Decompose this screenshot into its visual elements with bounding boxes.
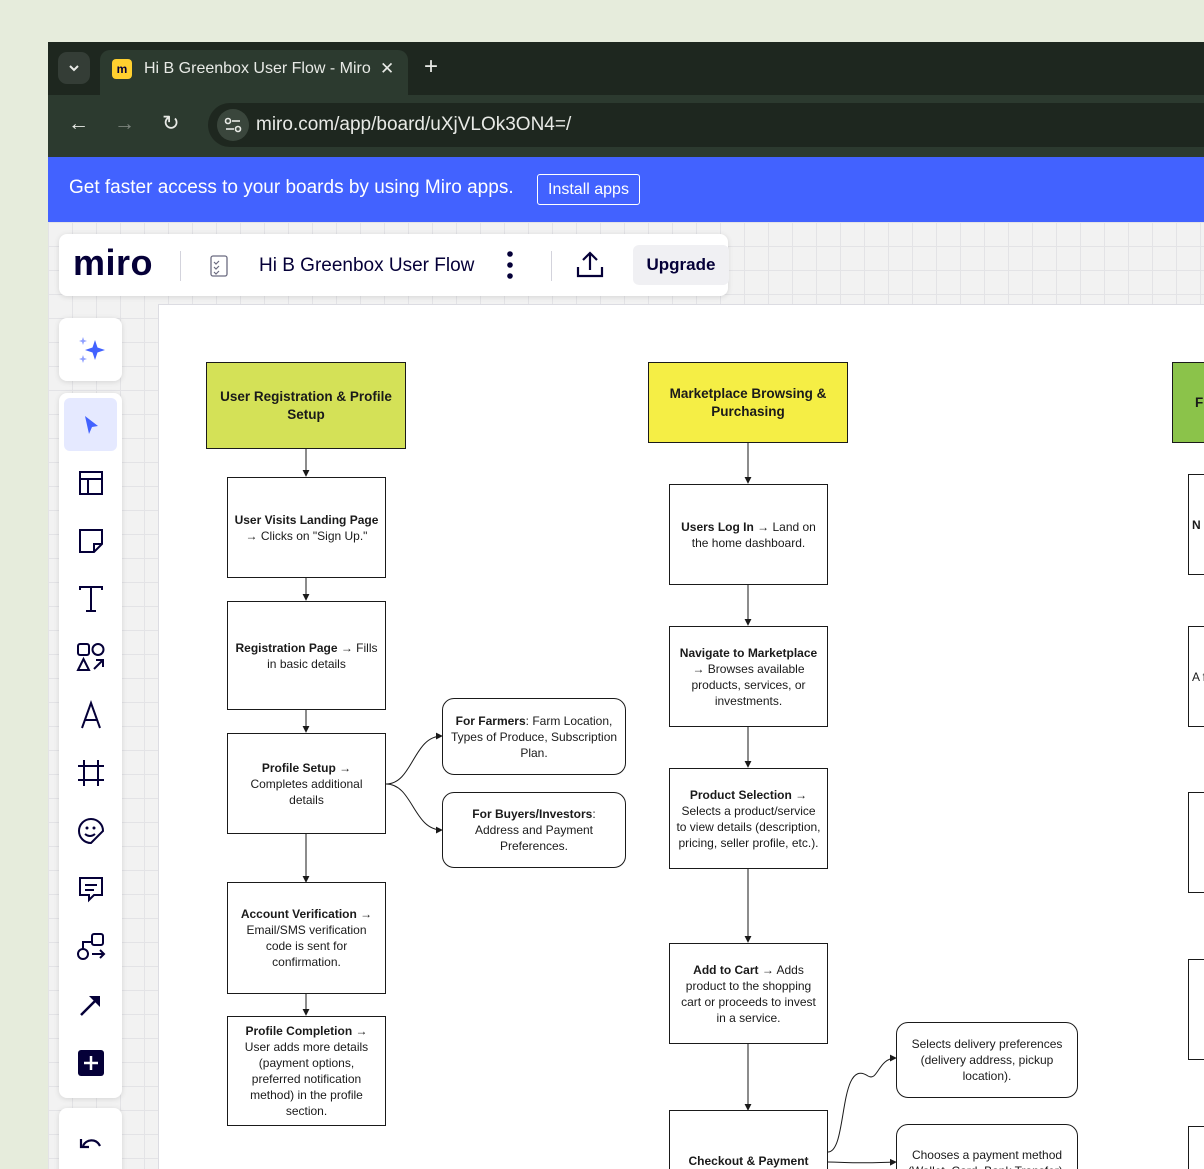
connector — [385, 783, 443, 834]
share-upload-icon[interactable] — [574, 250, 606, 280]
flow-header-col3[interactable]: F — [1172, 362, 1204, 443]
connector — [827, 1054, 897, 1153]
diagram-icon — [76, 932, 105, 960]
ai-tools-panel — [59, 318, 122, 381]
flow-node-profile-setup[interactable]: Profile Setup → Completes additional det… — [227, 733, 386, 834]
stickers-icon — [77, 817, 104, 844]
flow-node-for-buyers[interactable]: For Buyers/Investors: Address and Paymen… — [442, 792, 626, 868]
flow-node-col3-4[interactable] — [1188, 959, 1204, 1060]
undo-button[interactable] — [64, 1118, 117, 1169]
miro-top-bar: miro Hi B Greenbox User Flow Upgrade — [59, 234, 729, 296]
flow-node-checkout[interactable]: Checkout & Payment — [669, 1110, 828, 1169]
browser-window: m Hi B Greenbox User Flow - Miro ✕ + ← →… — [48, 42, 1204, 1169]
select-tool[interactable] — [64, 398, 117, 451]
flow-node-col3-2[interactable]: A f — [1188, 626, 1204, 727]
flow-node-for-farmers[interactable]: For Farmers: Farm Location, Types of Pro… — [442, 698, 626, 775]
flow-node-landing[interactable]: User Visits Landing Page → Clicks on "Si… — [227, 477, 386, 578]
miro-logo[interactable]: miro — [73, 242, 153, 284]
diagram-tool[interactable] — [64, 920, 117, 973]
templates-tool[interactable] — [64, 456, 117, 509]
flow-node-registration-page[interactable]: Registration Page → Fills in basic detai… — [227, 601, 386, 710]
board-checklist-icon[interactable] — [209, 254, 229, 278]
comment-icon — [78, 876, 103, 902]
shapes-tool[interactable] — [64, 630, 117, 683]
upgrade-button[interactable]: Upgrade — [633, 245, 729, 285]
comment-tool[interactable] — [64, 862, 117, 915]
add-more-icon — [77, 1049, 104, 1076]
ai-sparkle-icon[interactable] — [74, 333, 108, 367]
flow-header-marketplace[interactable]: Marketplace Browsing & Purchasing — [648, 362, 848, 443]
flow-node-profile-completion[interactable]: Profile Completion → User adds more deta… — [227, 1016, 386, 1126]
flow-node-payment-method[interactable]: Chooses a payment method (Wallet, Card, … — [896, 1124, 1078, 1169]
add-more-tool[interactable] — [64, 1036, 117, 1089]
sticky-note-tool[interactable] — [64, 514, 117, 567]
connector — [827, 1158, 897, 1166]
flow-node-col3-1[interactable]: N F — [1188, 474, 1204, 575]
flow-node-product-selection[interactable]: Product Selection → Selects a product/se… — [669, 768, 828, 869]
undo-icon — [79, 1138, 101, 1148]
divider — [551, 251, 552, 281]
flow-node-col3-5[interactable]: V — [1188, 1126, 1204, 1169]
flow-connectors — [302, 443, 897, 1166]
flow-node-col3-3[interactable] — [1188, 792, 1204, 893]
undo-redo-panel — [59, 1108, 122, 1169]
text-icon — [78, 585, 103, 612]
more-options-icon[interactable] — [505, 249, 515, 281]
flow-node-account-verification[interactable]: Account Verification → Email/SMS verific… — [227, 882, 386, 994]
creation-toolbar — [59, 393, 122, 1098]
frame-icon — [77, 759, 104, 786]
templates-icon — [78, 470, 103, 495]
shapes-icon — [75, 642, 104, 671]
text-tool[interactable] — [64, 572, 117, 625]
flow-node-marketplace[interactable]: Navigate to Marketplace → Browses availa… — [669, 626, 828, 727]
flow-node-delivery-preferences[interactable]: Selects delivery preferences (delivery a… — [896, 1022, 1078, 1098]
frame-tool[interactable] — [64, 746, 117, 799]
flow-node-add-to-cart[interactable]: Add to Cart → Adds product to the shoppi… — [669, 943, 828, 1044]
flow-node-log-in[interactable]: Users Log In → Land on the home dashboar… — [669, 484, 828, 585]
sticky-note-icon — [78, 528, 103, 553]
arrow-icon — [79, 995, 100, 1016]
stickers-tool[interactable] — [64, 804, 117, 857]
connector — [385, 732, 443, 785]
arrow-tool[interactable] — [64, 978, 117, 1031]
pen-icon — [80, 699, 101, 728]
divider — [180, 251, 181, 281]
flow-header-registration[interactable]: User Registration & Profile Setup — [206, 362, 406, 449]
pen-tool[interactable] — [64, 688, 117, 741]
select-cursor-icon — [84, 415, 98, 434]
board-title[interactable]: Hi B Greenbox User Flow — [259, 255, 474, 277]
